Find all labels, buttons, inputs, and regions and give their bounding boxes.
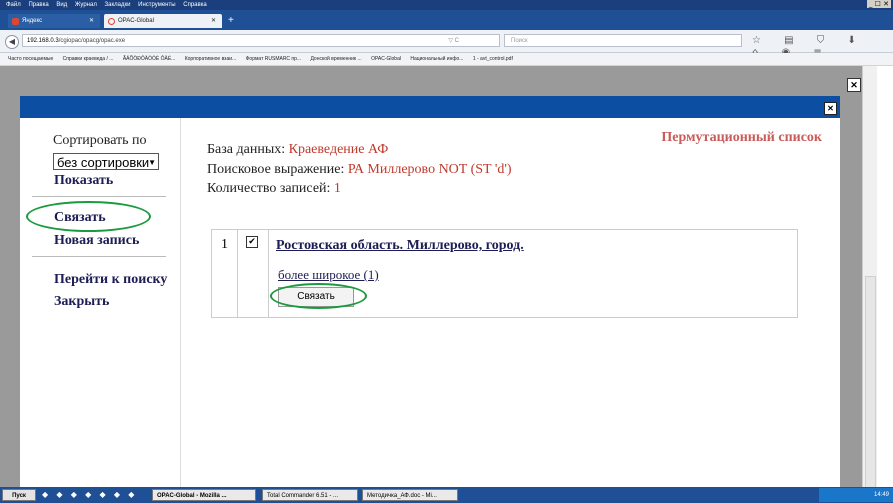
bookmark-item[interactable]: Донской временник ...: [310, 56, 361, 62]
sort-label: Сортировать по: [53, 133, 147, 148]
bookmark-item[interactable]: Справки краеведа / ...: [63, 56, 114, 62]
record-title-link[interactable]: Ростовская область. Миллерово, город.: [276, 238, 524, 254]
divider: [32, 256, 166, 257]
url-host: 192.168.0.3: [27, 38, 59, 44]
start-button[interactable]: Пуск: [2, 489, 36, 501]
menu-file[interactable]: Файл: [6, 2, 21, 8]
page-scrollbar[interactable]: [862, 66, 877, 488]
taskbar-item[interactable]: OPAC-Global - Mozilla ...: [152, 489, 256, 501]
clock: 14:49: [873, 492, 889, 498]
record-number: 1: [212, 230, 238, 317]
taskbar-item[interactable]: Total Commander 6.51 - ...: [262, 489, 358, 501]
record-checkbox[interactable]: ✔: [246, 236, 258, 248]
go-to-search-link[interactable]: Перейти к поиску: [54, 272, 167, 288]
sort-select-value: без сортировки: [57, 155, 150, 170]
system-tray: 14:49: [819, 488, 893, 502]
sort-select[interactable]: без сортировки ▼: [53, 153, 159, 170]
tab-yandex[interactable]: Яндекс ✕: [8, 14, 100, 28]
count-line: Количество записей: 1: [207, 181, 341, 197]
url-path: /cgiopac/opacg/opac.exe: [58, 38, 126, 44]
tab-label: OPAC-Global: [118, 18, 154, 24]
highlight-ellipse: [26, 201, 151, 232]
taskbar-item[interactable]: Методичка_АФ.doc - Mi...: [362, 489, 458, 501]
dialog: Сортировать по без сортировки ▼ Показать…: [20, 118, 840, 487]
url-bar[interactable]: 192.168.0.3/cgiopac/opacg/opac.exe ▽ C: [22, 34, 500, 47]
quick-launch-icons[interactable]: ◆ ◆ ◆ ◆ ◆ ◆ ◆: [42, 490, 137, 500]
bookmark-item[interactable]: ÃÄÕÖÐÔÄÖÖÈ ÔÄÉ...: [123, 56, 176, 62]
count-value: 1: [333, 181, 341, 196]
menu-help[interactable]: Справка: [183, 2, 207, 8]
new-tab-button[interactable]: +: [228, 16, 234, 26]
menu-bar: Файл Правка Вид Журнал Закладки Инструме…: [0, 0, 893, 10]
dialog-sidebar: Сортировать по без сортировки ▼ Показать…: [20, 118, 181, 487]
bookmark-item[interactable]: Часто посещаемые: [8, 56, 53, 62]
bookmark-item[interactable]: OPAC-Global: [371, 56, 401, 62]
broader-link[interactable]: более широкое (1): [278, 267, 379, 283]
count-label: Количество записей:: [207, 181, 331, 196]
menu-view[interactable]: Вид: [56, 2, 67, 8]
tab-bar: Яндекс ✕ OPAC-Global ✕ +: [0, 10, 893, 30]
window-controls[interactable]: _ ☐ ✕: [866, 0, 891, 8]
highlight-ellipse: [270, 283, 367, 309]
query-label: Поисковое выражение:: [207, 162, 345, 177]
close-tab-icon[interactable]: ✕: [89, 14, 94, 28]
taskbar: Пуск ◆ ◆ ◆ ◆ ◆ ◆ ◆ OPAC-Global - Mozilla…: [0, 487, 893, 503]
search-input[interactable]: Поиск: [504, 34, 742, 47]
reload-icon[interactable]: ▽ C: [448, 35, 459, 48]
chevron-down-icon: ▼: [148, 158, 156, 167]
result-row: 1 ✔ Ростовская область. Миллерово, город…: [211, 229, 798, 318]
bookmark-item[interactable]: Формат RUSMARC пр...: [246, 56, 301, 62]
bookmarks-bar: Часто посещаемые Справки краеведа / ... …: [0, 53, 893, 66]
permutation-list-title: Пермутационный список: [661, 130, 822, 145]
dialog-main: Пермутационный список База данных: Краев…: [180, 118, 840, 487]
new-record-link[interactable]: Новая запись: [54, 233, 139, 249]
dialog-title-bar: [20, 96, 840, 118]
database-line: База данных: Краеведение АФ: [207, 142, 388, 158]
scrollbar-thumb[interactable]: [865, 276, 876, 488]
query-line: Поисковое выражение: РА Миллерово NOT (S…: [207, 162, 512, 178]
bookmark-item[interactable]: Национальный инфо...: [410, 56, 463, 62]
bookmark-item[interactable]: Корпоративное взаи...: [185, 56, 237, 62]
navigation-bar: ◀ 192.168.0.3/cgiopac/opacg/opac.exe ▽ C…: [0, 30, 893, 58]
show-link[interactable]: Показать: [54, 173, 113, 189]
query-value: РА Миллерово NOT (ST 'd'): [347, 162, 512, 177]
close-link[interactable]: Закрыть: [54, 294, 109, 310]
bookmark-item[interactable]: 1 - avt_control.pdf: [473, 56, 513, 62]
outer-close-button[interactable]: ✕: [847, 78, 861, 92]
menu-tools[interactable]: Инструменты: [138, 2, 175, 8]
close-tab-icon[interactable]: ✕: [211, 14, 216, 28]
tab-label: Яндекс: [22, 18, 43, 24]
database-label: База данных:: [207, 142, 286, 157]
dialog-close-button[interactable]: ✕: [824, 102, 837, 115]
tab-opac-global[interactable]: OPAC-Global ✕: [104, 14, 222, 28]
divider: [32, 196, 166, 197]
menu-history[interactable]: Журнал: [75, 2, 97, 8]
menu-bookmarks[interactable]: Закладки: [105, 2, 131, 8]
database-value: Краеведение АФ: [288, 142, 389, 157]
back-button[interactable]: ◀: [5, 35, 19, 49]
yandex-icon: [12, 18, 19, 25]
opac-icon: [108, 18, 115, 25]
menu-edit[interactable]: Правка: [28, 2, 48, 8]
checkbox-cell: ✔: [237, 230, 269, 317]
